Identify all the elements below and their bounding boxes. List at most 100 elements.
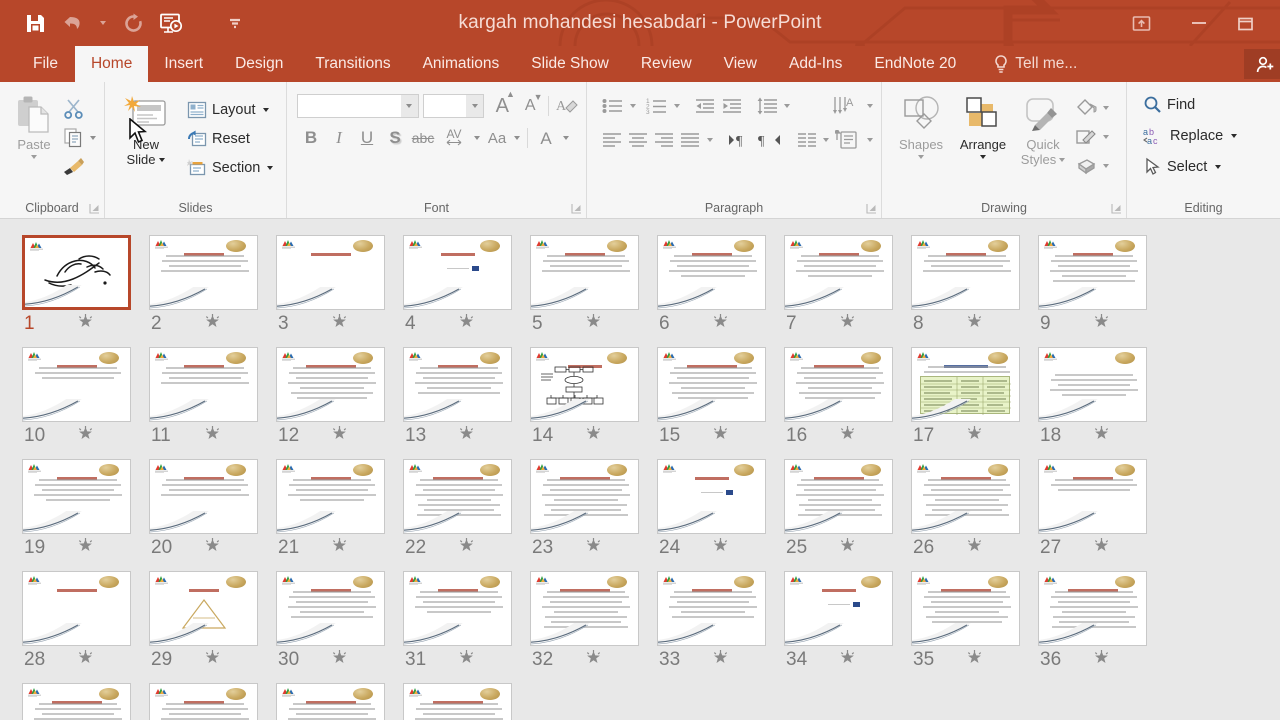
slide-animation-indicator[interactable] [840, 314, 855, 334]
slide-thumbnail-cell[interactable]: 16 [784, 347, 911, 450]
slide-preview[interactable] [530, 571, 639, 646]
slide-thumbnail-pane[interactable]: 1 2 3 4 5 6 7 8 9 10 11 12 13 14 15 16 1… [0, 219, 1280, 720]
animation-star-icon[interactable] [459, 538, 474, 553]
text-shadow-button[interactable]: S [381, 124, 409, 152]
animation-star-icon[interactable] [78, 650, 93, 665]
character-spacing-button[interactable]: AV [437, 124, 471, 152]
rtl-direction-button[interactable]: ¶ [755, 127, 784, 154]
slide-preview[interactable] [657, 235, 766, 310]
animation-star-icon[interactable] [840, 426, 855, 441]
animation-star-icon[interactable] [459, 426, 474, 441]
slide-thumbnail[interactable] [784, 571, 893, 646]
animation-star-icon[interactable] [840, 314, 855, 329]
animation-star-icon[interactable] [78, 538, 93, 553]
animation-star-icon[interactable] [205, 650, 220, 665]
columns-dropdown[interactable] [820, 127, 833, 154]
slide-thumbnail[interactable] [657, 459, 766, 534]
animation-star-icon[interactable] [967, 314, 982, 329]
animation-star-icon[interactable] [332, 538, 347, 553]
shape-effects-dropdown[interactable] [1099, 152, 1112, 179]
slide-preview[interactable] [1038, 235, 1147, 310]
slide-thumbnail-cell[interactable]: 31 [403, 571, 530, 674]
ribbon-tab-strip[interactable]: File Home Insert Design Transitions Anim… [0, 46, 1280, 82]
redo-button[interactable] [116, 6, 150, 40]
layout-button[interactable]: Layout [183, 96, 273, 123]
slide-thumbnail[interactable] [22, 683, 131, 720]
slide-preview[interactable] [149, 683, 258, 720]
quick-styles-button[interactable]: Quick Styles [1014, 89, 1072, 190]
save-button[interactable] [18, 6, 52, 40]
slide-thumbnail-cell[interactable]: 13 [403, 347, 530, 450]
slide-preview[interactable] [276, 683, 385, 720]
slide-preview[interactable] [22, 347, 131, 422]
slide-thumbnail[interactable] [530, 459, 639, 534]
animation-star-icon[interactable] [332, 426, 347, 441]
shape-fill-button[interactable] [1072, 94, 1099, 121]
slide-preview[interactable] [784, 459, 893, 534]
slide-thumbnail[interactable] [911, 235, 1020, 310]
animation-star-icon[interactable] [713, 426, 728, 441]
slide-preview[interactable] [276, 347, 385, 422]
animation-star-icon[interactable] [205, 426, 220, 441]
slide-thumbnail[interactable] [530, 347, 639, 422]
text-direction-button[interactable]: A [829, 93, 863, 120]
slide-thumbnail-cell[interactable]: 15 [657, 347, 784, 450]
slide-thumbnail[interactable] [911, 347, 1020, 422]
font-color-button[interactable]: A [532, 124, 560, 152]
font-size-dropdown-arrow[interactable] [466, 95, 484, 117]
tell-me-search[interactable]: Tell me... [988, 46, 1083, 82]
line-spacing-button[interactable] [753, 93, 780, 120]
ribbon-display-options-button[interactable] [1118, 3, 1164, 43]
slide-thumbnail[interactable] [657, 347, 766, 422]
slide-animation-indicator[interactable] [205, 650, 220, 670]
copy-button[interactable] [60, 124, 87, 151]
slide-preview[interactable] [276, 571, 385, 646]
new-slide-button[interactable]: New Slide [115, 89, 177, 190]
slide-animation-indicator[interactable] [840, 426, 855, 446]
slide-thumbnail-cell[interactable]: 27 [1038, 459, 1165, 562]
section-button[interactable]: Section [183, 154, 277, 181]
animation-star-icon[interactable] [459, 650, 474, 665]
slide-thumbnail[interactable] [149, 347, 258, 422]
slide-thumbnail[interactable] [149, 235, 258, 310]
slide-thumbnail[interactable] [149, 459, 258, 534]
slide-thumbnail-cell[interactable]: 25 [784, 459, 911, 562]
slide-animation-indicator[interactable] [967, 538, 982, 558]
shape-outline-button[interactable] [1072, 123, 1099, 150]
minimize-button[interactable] [1176, 3, 1222, 43]
slide-preview[interactable] [784, 571, 893, 646]
slide-animation-indicator[interactable] [78, 538, 93, 558]
slide-thumbnail-cell[interactable]: 28 [22, 571, 149, 674]
slide-thumbnail-cell[interactable]: 8 [911, 235, 1038, 338]
slide-thumbnail[interactable] [403, 347, 512, 422]
slide-animation-indicator[interactable] [205, 314, 220, 334]
slide-thumbnail-cell[interactable]: 32 [530, 571, 657, 674]
slide-thumbnail-cell[interactable]: 34 [784, 571, 911, 674]
slide-thumbnail-cell[interactable]: 38 [149, 683, 276, 720]
slide-thumbnail[interactable] [403, 459, 512, 534]
slide-thumbnail[interactable] [276, 347, 385, 422]
slide-preview[interactable] [403, 459, 512, 534]
slide-animation-indicator[interactable] [586, 426, 601, 446]
strikethrough-button[interactable]: abc [409, 124, 437, 152]
slide-animation-indicator[interactable] [459, 314, 474, 334]
bullets-dropdown[interactable] [626, 93, 639, 120]
slide-thumbnail[interactable] [276, 571, 385, 646]
slide-preview[interactable] [1038, 571, 1147, 646]
slide-preview[interactable] [149, 459, 258, 534]
slide-thumbnail-cell[interactable]: 2 [149, 235, 276, 338]
slide-preview[interactable] [911, 571, 1020, 646]
slide-preview[interactable] [22, 571, 131, 646]
animation-star-icon[interactable] [332, 650, 347, 665]
slide-preview[interactable] [149, 235, 258, 310]
slide-thumbnail[interactable] [403, 683, 512, 720]
slide-animation-indicator[interactable] [1094, 426, 1109, 446]
cut-button[interactable] [60, 95, 87, 122]
shape-outline-dropdown[interactable] [1099, 123, 1112, 150]
character-spacing-dropdown[interactable] [471, 124, 483, 152]
clipboard-dialog-launcher[interactable] [89, 203, 100, 214]
paste-button[interactable]: Paste [8, 89, 60, 190]
slide-thumbnail[interactable] [22, 459, 131, 534]
slide-animation-indicator[interactable] [332, 538, 347, 558]
restore-button[interactable] [1222, 3, 1268, 43]
